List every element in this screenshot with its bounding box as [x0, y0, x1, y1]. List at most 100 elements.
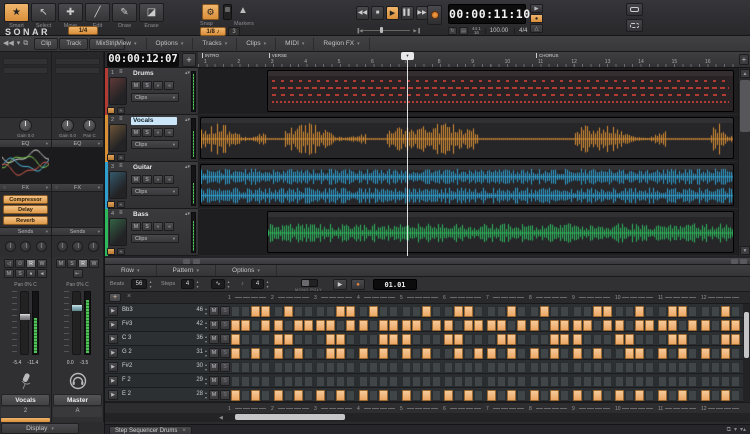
step-cell[interactable] [316, 333, 326, 345]
track-display-dropdown[interactable]: Clips ▾ [131, 234, 179, 243]
step-cell[interactable] [303, 333, 313, 345]
track-name[interactable]: Guitar [131, 164, 177, 172]
step-cell[interactable] [517, 333, 527, 345]
step-cell[interactable] [401, 375, 411, 387]
mute-button[interactable]: M [131, 222, 141, 231]
step-cell[interactable] [615, 333, 625, 345]
step-cell[interactable] [293, 375, 303, 387]
send-knob[interactable] [72, 240, 83, 252]
strip-button-r[interactable]: R [78, 258, 88, 268]
step-cell[interactable] [326, 361, 336, 373]
step-cell[interactable] [645, 305, 655, 317]
step-cell[interactable] [602, 319, 612, 331]
step-cell[interactable] [454, 389, 464, 401]
step-cell[interactable] [517, 319, 527, 331]
stepseq-menu-pattern[interactable]: Pattern ▾ [157, 265, 217, 276]
sends-header[interactable]: Sends ▾ [52, 227, 103, 237]
beats-spinner[interactable]: ▴ ▾ [148, 279, 153, 289]
pause-button[interactable]: ▌▌ [401, 6, 414, 20]
row-step-cells[interactable] [231, 360, 743, 374]
step-cell[interactable] [261, 347, 270, 359]
step-cell[interactable] [582, 305, 592, 317]
send-knob[interactable] [35, 241, 47, 253]
step-cell[interactable] [389, 347, 399, 359]
step-cell[interactable] [730, 333, 740, 345]
step-cell[interactable] [582, 389, 592, 401]
power-icon[interactable]: ○ [55, 184, 58, 192]
step-cell[interactable] [231, 375, 240, 387]
step-cell[interactable] [615, 361, 625, 373]
step-cell[interactable] [421, 375, 431, 387]
step-cell[interactable] [549, 361, 559, 373]
delete-row-button[interactable]: × [123, 293, 135, 302]
step-cell[interactable] [411, 375, 421, 387]
step-cell[interactable] [539, 347, 549, 359]
step-cell[interactable] [720, 361, 730, 373]
step-cell[interactable] [431, 333, 441, 345]
step-cell[interactable] [677, 375, 687, 387]
step-cell[interactable] [602, 375, 612, 387]
step-cell[interactable] [454, 333, 464, 345]
fader-thumb[interactable] [19, 312, 31, 321]
step-cell[interactable] [730, 361, 740, 373]
send-knob[interactable] [4, 241, 16, 253]
step-cell[interactable] [346, 375, 356, 387]
step-cell[interactable] [572, 305, 582, 317]
step-cell[interactable] [497, 347, 507, 359]
automation-icon[interactable]: ≈ [117, 248, 125, 255]
step-cell[interactable] [283, 361, 293, 373]
step-cell[interactable] [474, 333, 484, 345]
clip-row-drums[interactable] [198, 68, 738, 115]
step-cell[interactable] [572, 319, 582, 331]
track-handle-icon[interactable]: ▴▾ [185, 164, 190, 170]
tempo-display[interactable]: 100.00 [484, 27, 512, 34]
step-cell[interactable] [421, 347, 431, 359]
step-cell[interactable] [635, 319, 645, 331]
step-cell[interactable] [379, 389, 389, 401]
step-cell[interactable] [487, 389, 497, 401]
step-cell[interactable] [487, 333, 497, 345]
step-cell[interactable] [431, 305, 441, 317]
step-cell[interactable] [261, 389, 270, 401]
step-cell[interactable] [241, 347, 250, 359]
mute-button[interactable]: M [131, 175, 141, 184]
step-cell[interactable] [539, 389, 549, 401]
fx-bin[interactable]: Compressor Delay Reverb [0, 192, 51, 228]
add-track-button[interactable]: + [182, 53, 196, 67]
step-cell[interactable] [231, 361, 240, 373]
step-cell[interactable] [700, 375, 710, 387]
step-cell[interactable] [359, 319, 369, 331]
step-cell[interactable] [421, 389, 431, 401]
dock-maximize-icon[interactable] [731, 259, 738, 264]
collapse-icon[interactable]: ◀◀ [3, 39, 14, 49]
step-cell[interactable] [303, 305, 313, 317]
step-cell[interactable] [273, 375, 283, 387]
step-cell[interactable] [657, 375, 667, 387]
step-cell[interactable] [635, 375, 645, 387]
step-cell[interactable] [687, 333, 697, 345]
mute-button[interactable]: M [131, 81, 141, 90]
clip-row-vocals[interactable] [198, 115, 738, 162]
step-cell[interactable] [346, 389, 356, 401]
step-cell[interactable] [369, 375, 379, 387]
step-cell[interactable] [346, 305, 356, 317]
step-cell[interactable] [687, 305, 697, 317]
step-cell[interactable] [602, 333, 612, 345]
step-cell[interactable] [474, 389, 484, 401]
step-cell[interactable] [251, 347, 260, 359]
step-cell[interactable] [231, 347, 240, 359]
step-cell[interactable] [454, 361, 464, 373]
step-cell[interactable] [559, 333, 569, 345]
step-cell[interactable] [401, 389, 411, 401]
step-cell[interactable] [497, 305, 507, 317]
step-cell[interactable] [645, 347, 655, 359]
close-icon[interactable]: × [182, 428, 186, 434]
step-cell[interactable] [517, 305, 527, 317]
step-cell[interactable] [346, 319, 356, 331]
stepseq-hscrollbar[interactable]: ◀ [105, 413, 750, 422]
step-cell[interactable] [326, 305, 336, 317]
tool-draw[interactable]: ✎ Draw [112, 3, 137, 30]
step-cell[interactable] [411, 389, 421, 401]
step-cell[interactable] [411, 305, 421, 317]
step-cell[interactable] [487, 361, 497, 373]
